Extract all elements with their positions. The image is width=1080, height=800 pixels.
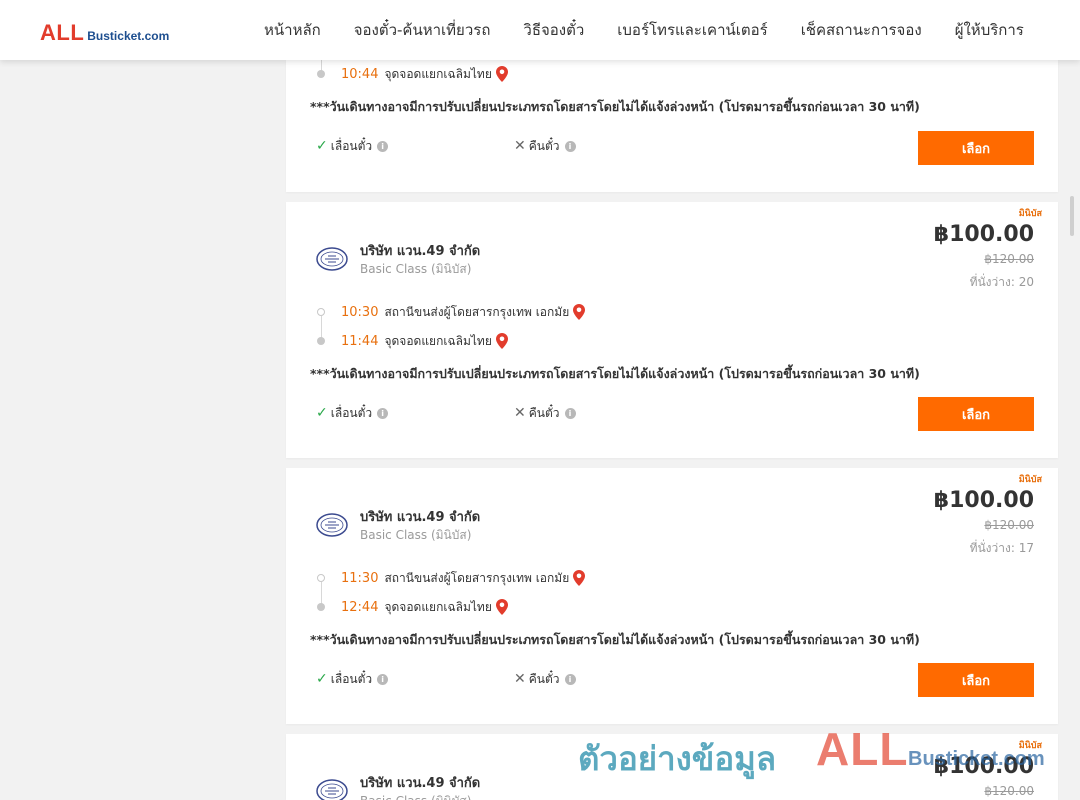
company-name: บริษัท แวน.49 จำกัด (360, 776, 481, 791)
arrival-time: 10:44 (341, 66, 379, 82)
trip-card: มินิบัส บริษัท แวน.49 จำกัด Basic Class … (286, 734, 1058, 800)
departure-stop-name: สถานีขนส่งผู้โดยสารกรุงเทพ เอกมัย (384, 570, 570, 585)
seats-available: ที่นั่งว่าง: 20 (969, 275, 1034, 289)
change-ticket-label: เลื่อนตั๋ว (330, 671, 373, 686)
arrival-stop-name: จุดจอดแยกเฉลิมไทย (384, 66, 492, 81)
refund-policy: ✕ คืนตั๋ว i (514, 670, 576, 688)
arrival-stop: 11:44 จุดจอดแยกเฉลิมไทย (317, 331, 508, 351)
departure-stop: 11:30 สถานีขนส่งผู้โดยสารกรุงเทพ เอกมัย (317, 568, 586, 588)
change-ticket-policy: ✓ เลื่อนตั๋ว i (316, 137, 389, 155)
change-ticket-label: เลื่อนตั๋ว (330, 138, 373, 153)
company-logo (316, 247, 348, 271)
select-button[interactable]: เลือก (918, 397, 1034, 431)
seats-available: ที่นั่งว่าง: 17 (969, 541, 1034, 555)
departure-time: 11:30 (341, 570, 379, 586)
nav-contact-counters[interactable]: เบอร์โทรและเคาน์เตอร์ (617, 18, 767, 42)
change-ticket-policy: ✓ เลื่อนตั๋ว i (316, 404, 389, 422)
select-button[interactable]: เลือก (918, 663, 1034, 697)
trip-notice: ***วันเดินทางอาจมีการปรับเปลี่ยนประเภทรถ… (310, 366, 920, 381)
arrival-stop-name: จุดจอดแยกเฉลิมไทย (384, 333, 492, 348)
map-pin-icon[interactable] (495, 66, 508, 82)
trip-notice: ***วันเดินทางอาจมีการปรับเปลี่ยนประเภทรถ… (310, 99, 920, 114)
trip-card: มินิบัส บริษัท แวน.49 จำกัด Basic Class … (286, 202, 1058, 458)
original-price: ฿120.00 (984, 784, 1034, 798)
refund-label: คืนตั๋ว (528, 405, 560, 420)
cross-icon: ✕ (514, 138, 526, 154)
info-icon[interactable]: i (377, 140, 389, 152)
nav-how-to-book[interactable]: วิธีจองตั๋ว (523, 18, 584, 42)
refund-policy: ✕ คืนตั๋ว i (514, 137, 576, 155)
scrollbar-thumb[interactable] (1070, 196, 1074, 236)
company-logo (316, 513, 348, 537)
departure-time: 10:30 (341, 304, 379, 320)
bus-class: Basic Class (มินิบัส) (360, 528, 472, 542)
company-name: บริษัท แวน.49 จำกัด (360, 244, 481, 259)
cross-icon: ✕ (514, 671, 526, 687)
ticket-price: ฿100.00 (933, 488, 1034, 513)
trip-notice: ***วันเดินทางอาจมีการปรับเปลี่ยนประเภทรถ… (310, 632, 920, 647)
main-nav: หน้าหลัก จองตั๋ว-ค้นหาเที่ยวรถ วิธีจองตั… (264, 0, 1024, 60)
info-icon[interactable]: i (377, 673, 389, 685)
bus-class: Basic Class (มินิบัส) (360, 792, 471, 800)
refund-policy: ✕ คืนตั๋ว i (514, 404, 576, 422)
logo-suffix: Busticket.com (87, 29, 170, 43)
arrival-time: 11:44 (341, 333, 379, 349)
ticket-price: ฿100.00 (933, 754, 1034, 779)
vehicle-type-badge: มินิบัส (1018, 209, 1042, 219)
ticket-price: ฿100.00 (933, 222, 1034, 247)
select-button[interactable]: เลือก (918, 131, 1034, 165)
arrival-stop: 12:44 จุดจอดแยกเฉลิมไทย (317, 597, 508, 617)
trip-card: 10:44 จุดจอดแยกเฉลิมไทย ***วันเดินทางอาจ… (286, 60, 1058, 192)
map-pin-icon[interactable] (573, 304, 586, 320)
cross-icon: ✕ (514, 405, 526, 421)
departure-stop: 10:30 สถานีขนส่งผู้โดยสารกรุงเทพ เอกมัย (317, 302, 586, 322)
vehicle-type-badge: มินิบัส (1018, 741, 1042, 751)
company-logo (316, 779, 348, 800)
trip-card: มินิบัส บริษัท แวน.49 จำกัด Basic Class … (286, 468, 1058, 724)
company-name: บริษัท แวน.49 จำกัด (360, 510, 481, 525)
bus-class: Basic Class (มินิบัส) (360, 262, 472, 276)
arrival-dot (317, 70, 325, 78)
departure-stop-name: สถานีขนส่งผู้โดยสารกรุงเทพ เอกมัย (384, 304, 570, 319)
site-logo[interactable]: ALL Busticket.com (40, 18, 169, 44)
original-price: ฿120.00 (984, 252, 1034, 266)
departure-dot (317, 574, 325, 582)
original-price: ฿120.00 (984, 518, 1034, 532)
nav-home[interactable]: หน้าหลัก (264, 18, 321, 42)
info-icon[interactable]: i (564, 407, 576, 419)
info-icon[interactable]: i (564, 673, 576, 685)
check-icon: ✓ (316, 405, 328, 421)
check-icon: ✓ (316, 671, 328, 687)
map-pin-icon[interactable] (573, 570, 586, 586)
vehicle-type-badge: มินิบัส (1018, 475, 1042, 485)
nav-check-booking[interactable]: เช็คสถานะการจอง (801, 18, 922, 42)
change-ticket-policy: ✓ เลื่อนตั๋ว i (316, 670, 389, 688)
map-pin-icon[interactable] (495, 599, 508, 615)
arrival-time: 12:44 (341, 599, 379, 615)
nav-operators[interactable]: ผู้ให้บริการ (955, 18, 1024, 42)
departure-dot (317, 308, 325, 316)
refund-label: คืนตั๋ว (528, 671, 560, 686)
arrival-dot (317, 337, 325, 345)
arrival-stop: 10:44 จุดจอดแยกเฉลิมไทย (317, 64, 508, 84)
check-icon: ✓ (316, 138, 328, 154)
site-header: ALL Busticket.com หน้าหลัก จองตั๋ว-ค้นหา… (0, 0, 1080, 60)
arrival-stop-name: จุดจอดแยกเฉลิมไทย (384, 599, 492, 614)
logo-prefix: ALL (40, 20, 85, 45)
map-pin-icon[interactable] (495, 333, 508, 349)
change-ticket-label: เลื่อนตั๋ว (330, 405, 373, 420)
arrival-dot (317, 603, 325, 611)
info-icon[interactable]: i (564, 140, 576, 152)
refund-label: คืนตั๋ว (528, 138, 560, 153)
info-icon[interactable]: i (377, 407, 389, 419)
nav-book-search[interactable]: จองตั๋ว-ค้นหาเที่ยวรถ (354, 18, 491, 42)
